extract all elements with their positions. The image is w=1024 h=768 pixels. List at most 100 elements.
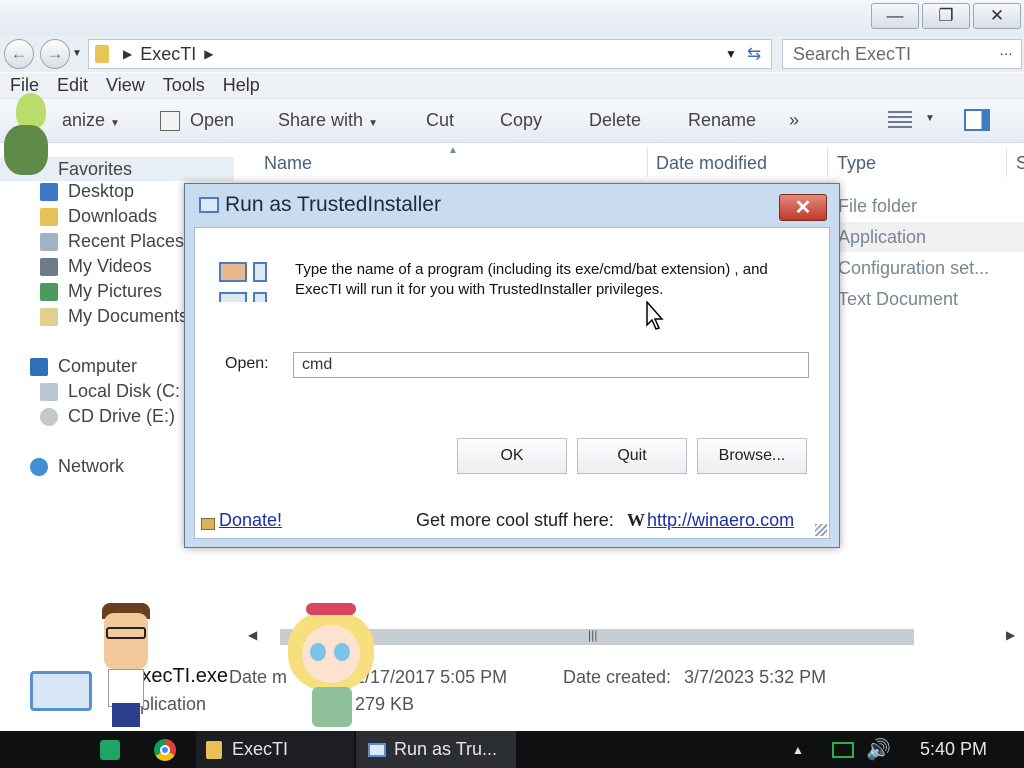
breadcrumb-chevron-icon[interactable]: ▶: [204, 47, 213, 61]
breadcrumb-execti[interactable]: ExecTI: [140, 44, 196, 65]
search-box[interactable]: Search ExecTI …: [782, 39, 1022, 69]
chrome-icon: [154, 738, 176, 761]
scroll-right-icon[interactable]: ▶: [1006, 628, 1015, 642]
scroll-left-icon[interactable]: ◀: [248, 628, 257, 642]
sidebar-item-local-disk[interactable]: Local Disk (C:: [40, 381, 180, 402]
details-date-created: 3/7/2023 5:32 PM: [684, 667, 827, 687]
column-header-type[interactable]: Type: [837, 153, 876, 174]
dialog-message: Type the name of a program (including it…: [295, 261, 768, 298]
explorer-title-bar: — ❐ ✕: [0, 0, 1024, 36]
sidebar-item-my-pictures[interactable]: My Pictures: [40, 281, 162, 302]
table-row-type[interactable]: Configuration set...: [838, 258, 989, 279]
sidebar-item-cd-drive[interactable]: CD Drive (E:): [40, 406, 175, 427]
rename-button[interactable]: Rename: [688, 110, 756, 131]
restore-button[interactable]: ❐: [922, 3, 970, 29]
forward-button[interactable]: →: [40, 39, 70, 69]
winaero-link-text[interactable]: http://winaero.com: [647, 510, 794, 530]
share-with-button[interactable]: Share with ▼: [278, 110, 378, 131]
dialog-title-bar[interactable]: Run as TrustedInstaller: [185, 184, 839, 226]
clock[interactable]: 5:40 PM: [920, 731, 987, 768]
sort-indicator-icon: ▲: [448, 145, 458, 156]
donate-link[interactable]: Donate!: [219, 510, 282, 531]
quit-button[interactable]: Quit: [577, 438, 687, 474]
trustedinstaller-icon: [219, 262, 267, 302]
sidebar-item-label: CD Drive (E:): [68, 406, 175, 426]
preview-pane-icon[interactable]: [964, 109, 990, 131]
column-divider[interactable]: [827, 147, 828, 177]
command-toolbar: anize ▼ Open Share with ▼ Cut Copy Delet…: [0, 99, 1024, 143]
sidebar-item-desktop[interactable]: Desktop: [40, 181, 134, 202]
resize-grip-icon[interactable]: [815, 524, 827, 536]
column-header-size[interactable]: S: [1016, 153, 1024, 174]
column-divider[interactable]: [647, 147, 648, 177]
cartoon-sticker-hank: [98, 603, 154, 727]
recent-places-icon: [40, 232, 58, 251]
share-dropdown-icon: ▼: [368, 118, 378, 129]
menu-help[interactable]: Help: [223, 75, 260, 96]
videos-icon: [40, 257, 58, 276]
cut-button[interactable]: Cut: [426, 110, 454, 131]
delete-button[interactable]: Delete: [589, 110, 641, 131]
winaero-logo-icon: W: [627, 510, 645, 530]
sidebar-item-my-videos[interactable]: My Videos: [40, 256, 152, 277]
table-row-type[interactable]: File folder: [838, 196, 917, 217]
menu-tools[interactable]: Tools: [163, 75, 205, 96]
program-path-input[interactable]: [293, 352, 809, 378]
sidebar-network[interactable]: Network: [30, 456, 124, 477]
ok-button[interactable]: OK: [457, 438, 567, 474]
back-button[interactable]: ←: [4, 39, 34, 69]
organize-button[interactable]: anize ▼: [62, 110, 120, 131]
winaero-link[interactable]: http://winaero.com: [647, 510, 794, 531]
table-row-type[interactable]: Application: [838, 227, 926, 248]
breadcrumb-separator-icon[interactable]: ▶: [123, 47, 132, 61]
task-run-as-trustedinstaller[interactable]: Run as Tru...: [356, 731, 516, 768]
show-hidden-icons-button[interactable]: ▲: [792, 731, 804, 768]
network-status-button[interactable]: [832, 731, 854, 768]
view-options-icon[interactable]: [888, 111, 912, 129]
copy-button[interactable]: Copy: [500, 110, 542, 131]
dialog-body: Type the name of a program (including it…: [194, 227, 830, 539]
desktop-icon: [40, 182, 58, 201]
downloads-icon: [40, 207, 58, 226]
sidebar-computer[interactable]: Computer: [30, 356, 137, 377]
address-bar[interactable]: ▶ ExecTI ▶ ▼ ⇆: [88, 39, 772, 69]
cartoon-sticker-star: [278, 603, 382, 728]
menu-bar: File Edit View Tools Help: [0, 73, 1024, 99]
documents-icon: [40, 307, 58, 326]
close-icon: ✕: [989, 6, 1005, 25]
back-arrow-icon: ←: [10, 44, 28, 63]
close-window-button[interactable]: ✕: [973, 3, 1021, 29]
column-divider[interactable]: [1006, 147, 1007, 177]
recent-pages-dropdown-icon[interactable]: ▼: [72, 48, 82, 59]
view-dropdown-icon[interactable]: ▼: [925, 113, 935, 124]
donate-icon: [201, 517, 215, 530]
minimize-icon: —: [886, 6, 904, 25]
tray-arrow-icon: ▲: [792, 742, 804, 757]
menu-edit[interactable]: Edit: [57, 75, 88, 96]
column-header-date-modified[interactable]: Date modified: [656, 153, 767, 174]
open-button[interactable]: Open: [160, 110, 234, 131]
sidebar-item-recent-places[interactable]: Recent Places: [40, 231, 184, 252]
minimize-button[interactable]: —: [871, 3, 919, 29]
sidebar-item-downloads[interactable]: Downloads: [40, 206, 157, 227]
open-label: Open:: [225, 355, 269, 372]
table-row-type[interactable]: Text Document: [838, 289, 958, 310]
refresh-icon[interactable]: ⇆: [747, 44, 761, 64]
sidebar-item-my-documents[interactable]: My Documents: [40, 306, 188, 327]
volume-button[interactable]: 🔊: [866, 731, 891, 768]
search-options-icon[interactable]: …: [999, 42, 1013, 58]
dialog-close-button[interactable]: ✕: [779, 194, 827, 221]
notes-app-icon: [100, 739, 120, 760]
column-header-name[interactable]: Name: [264, 153, 312, 174]
more-commands-button[interactable]: »: [789, 110, 799, 131]
menu-view[interactable]: View: [106, 75, 145, 96]
address-dropdown-icon[interactable]: ▼: [725, 47, 737, 61]
mouse-cursor-icon: [646, 301, 664, 330]
chrome-button[interactable]: [154, 731, 180, 768]
browse-button[interactable]: Browse...: [697, 438, 807, 474]
notes-app-button[interactable]: [100, 731, 126, 768]
computer-label: Computer: [58, 356, 138, 376]
sidebar-item-label: Recent Places: [68, 231, 185, 251]
sidebar-item-label: My Pictures: [68, 281, 163, 301]
task-explorer-execti[interactable]: ExecTI: [196, 731, 354, 768]
